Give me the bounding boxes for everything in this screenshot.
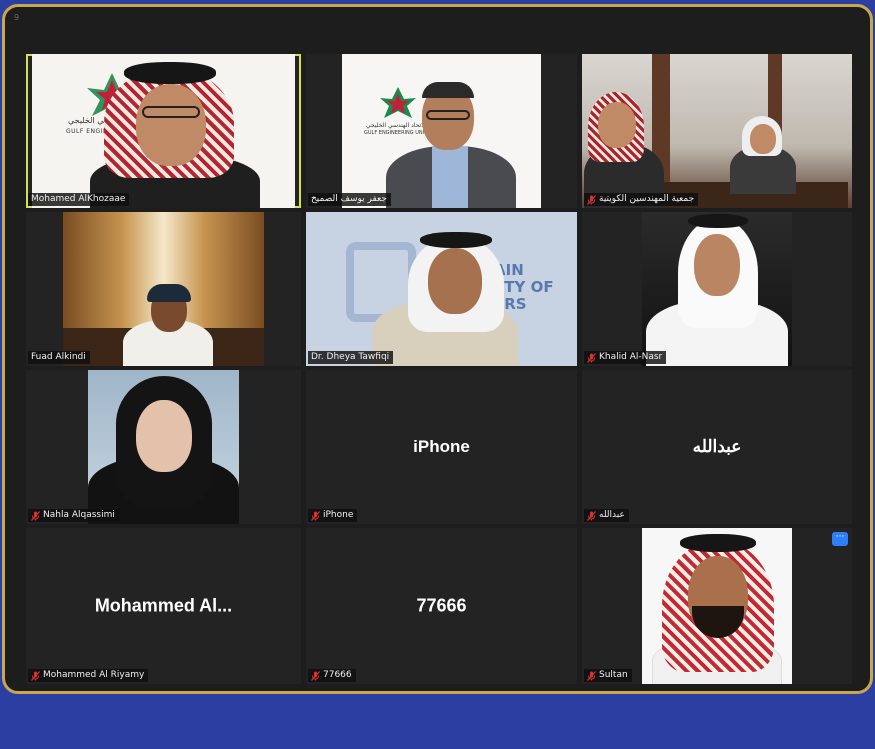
person-face <box>694 234 740 296</box>
participant-video <box>642 212 792 366</box>
person-face <box>598 102 636 148</box>
more-options-button[interactable]: ··· <box>832 532 848 546</box>
mic-muted-icon <box>587 510 596 521</box>
participant-video <box>88 370 239 524</box>
participant-tile[interactable]: 77666 77666 <box>306 528 577 684</box>
glasses <box>426 110 470 120</box>
gallery-grid: الهندسي الخليجي GULF ENGINEERING Mohamed… <box>26 54 852 684</box>
massar <box>147 284 191 302</box>
glasses <box>142 106 200 118</box>
mic-muted-icon <box>31 510 40 521</box>
agal <box>420 232 492 248</box>
participant-video <box>582 54 852 208</box>
participant-name-label: Nahla Alqassimi <box>28 509 119 522</box>
corner-label: 9 <box>14 13 20 22</box>
participant-tile[interactable]: iPhone iPhone <box>306 370 577 524</box>
person-face <box>750 124 776 154</box>
hair <box>422 82 474 98</box>
participant-name-label: Mohammed Al Riyamy <box>28 669 149 682</box>
mic-muted-icon <box>587 352 596 363</box>
participant-display-name: عبدالله <box>692 437 742 456</box>
gulf-engineering-logo <box>380 87 416 118</box>
participant-name-label: 77666 <box>308 669 356 682</box>
logo-text-ar: الاتحاد الهندسي الخليجي <box>366 122 427 129</box>
participant-tile[interactable]: الاتحاد الهندسي الخليجي GULF ENGINEERING… <box>306 54 577 208</box>
participant-name-label: Khalid Al-Nasr <box>584 351 667 364</box>
participant-video: AIN ETY OF ERS <box>306 212 577 366</box>
video-gallery-window: 9 الهندسي الخليجي GULF ENGINEERING Moham… <box>2 4 873 694</box>
participant-display-name: iPhone <box>413 437 470 456</box>
participant-name-label: جعفر يوسف الصميخ <box>308 193 391 206</box>
participant-video <box>642 528 792 684</box>
agal <box>124 62 216 84</box>
participant-name-label: Dr. Dheya Tawfiqi <box>308 351 394 364</box>
participant-name-label: iPhone <box>308 509 358 522</box>
participant-name-label: Sultan <box>584 669 632 682</box>
mic-muted-icon <box>587 670 596 681</box>
participant-tile[interactable]: ··· Sultan <box>582 528 852 684</box>
person-face <box>428 248 482 314</box>
participant-video <box>63 212 264 366</box>
shirt <box>432 146 468 208</box>
participant-name-label: Fuad Alkindi <box>28 351 90 364</box>
participant-name-label: Mohamed AlKhozaae <box>28 193 130 206</box>
participant-name-label: عبدالله <box>584 509 629 522</box>
mic-muted-icon <box>587 194 596 205</box>
participant-display-name: 77666 <box>416 595 467 616</box>
participant-video: الاتحاد الهندسي الخليجي GULF ENGINEERING… <box>342 54 541 208</box>
person-face <box>136 400 192 472</box>
agal <box>680 534 756 552</box>
mic-muted-icon <box>311 510 320 521</box>
participant-tile[interactable]: Mohammed Al... Mohammed Al Riyamy <box>26 528 301 684</box>
agal <box>688 214 748 228</box>
participant-tile[interactable]: Nahla Alqassimi <box>26 370 301 524</box>
participant-name-label: جمعية المهندسين الكويتية <box>584 193 699 206</box>
person-face <box>136 84 206 166</box>
participant-video: الهندسي الخليجي GULF ENGINEERING <box>32 54 295 208</box>
participant-display-name: Mohammed Al... <box>94 595 233 616</box>
participant-tile[interactable]: AIN ETY OF ERS Dr. Dheya Tawfiqi <box>306 212 577 366</box>
mic-muted-icon <box>311 670 320 681</box>
mic-muted-icon <box>31 670 40 681</box>
participant-tile[interactable]: Fuad Alkindi <box>26 212 301 366</box>
participant-tile[interactable]: جمعية المهندسين الكويتية <box>582 54 852 208</box>
participant-tile[interactable]: Khalid Al-Nasr <box>582 212 852 366</box>
logo-text-en: GULF ENGINEERING UNION <box>364 130 432 136</box>
participant-tile[interactable]: عبدالله عبدالله <box>582 370 852 524</box>
participant-tile[interactable]: الهندسي الخليجي GULF ENGINEERING Mohamed… <box>26 54 301 208</box>
